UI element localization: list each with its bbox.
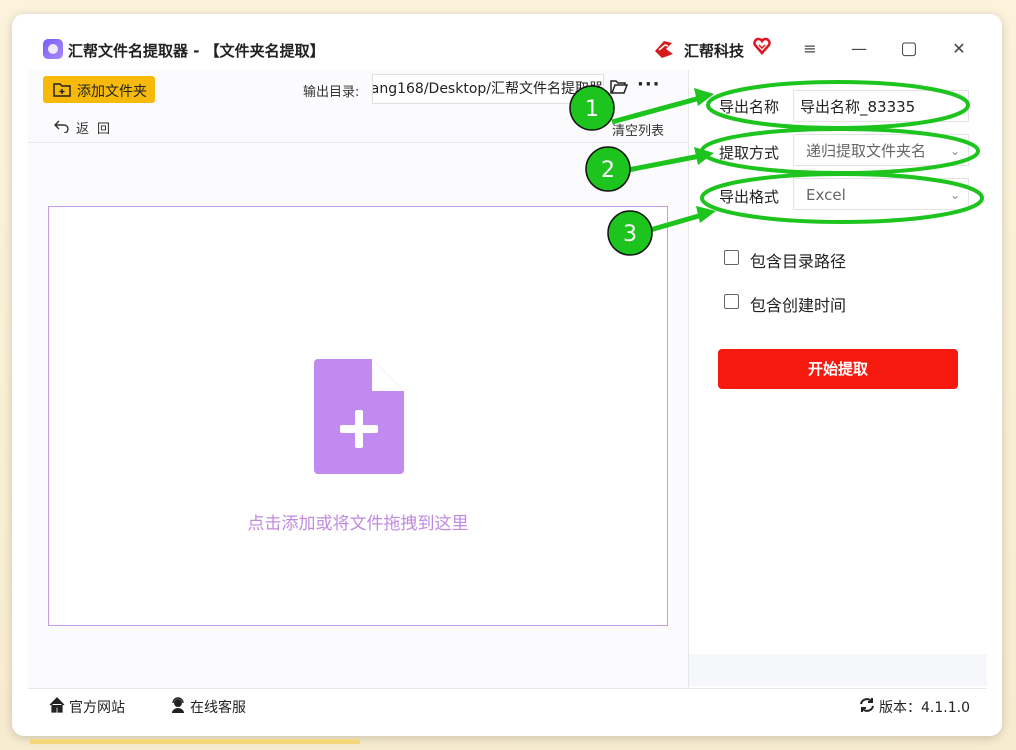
annotation-overlay: 1 2 3 (569, 80, 984, 256)
marker-1-number: 1 (585, 97, 599, 122)
annotation-ellipse-3 (700, 172, 984, 224)
annotation-ellipses (700, 80, 984, 224)
annotation-markers: 1 2 3 (569, 85, 653, 256)
marker-2-number: 2 (601, 158, 615, 183)
annotation-ellipse-2 (700, 127, 980, 175)
marker-3-number: 3 (623, 222, 637, 247)
annotation-ellipse-1 (706, 80, 970, 130)
